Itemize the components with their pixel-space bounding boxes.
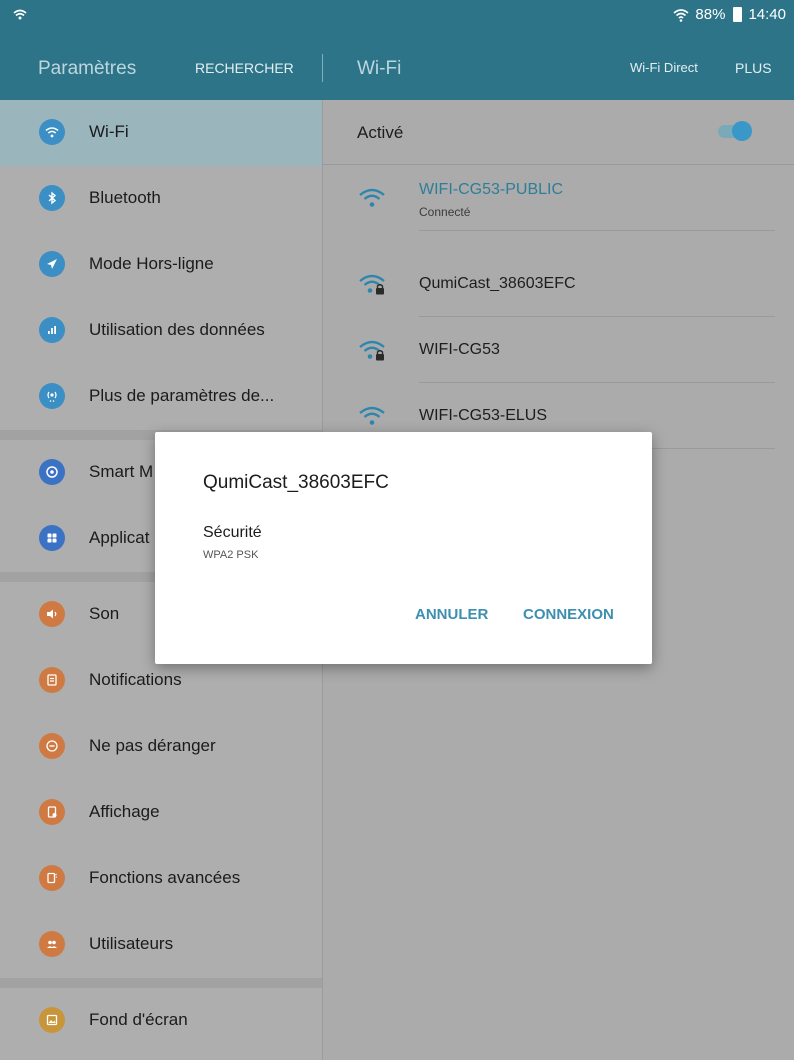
battery-level: 88% bbox=[695, 6, 726, 23]
display-icon bbox=[39, 799, 65, 825]
airplane-icon bbox=[39, 251, 65, 277]
wifi-signal-icon bbox=[359, 406, 385, 425]
menu-item-airplane-mode[interactable]: Mode Hors-ligne bbox=[0, 232, 322, 298]
clock: 14:40 bbox=[748, 6, 786, 23]
network-item[interactable]: QumiCast_38603EFC bbox=[323, 251, 794, 317]
wifi-icon bbox=[39, 119, 65, 145]
wifi-toggle-row[interactable]: Activé bbox=[323, 100, 794, 164]
menu-item-label: Plus de paramètres de... bbox=[89, 386, 275, 405]
menu-item-label: Utilisateurs bbox=[89, 934, 174, 953]
data-usage-icon bbox=[39, 317, 65, 343]
menu-item-display[interactable]: Affichage bbox=[0, 780, 322, 846]
menu-item-wallpaper[interactable]: Fond d'écran bbox=[0, 988, 322, 1054]
settings-title: Paramètres bbox=[38, 58, 137, 79]
applications-icon bbox=[39, 525, 65, 551]
menu-item-data-usage[interactable]: Utilisation des données bbox=[0, 298, 322, 364]
menu-item-users[interactable]: Utilisateurs bbox=[0, 912, 322, 978]
dialog-title: QumiCast_38603EFC bbox=[203, 472, 389, 493]
security-value: WPA2 PSK bbox=[203, 549, 259, 561]
wifi-signal-icon bbox=[673, 8, 689, 22]
search-button[interactable]: RECHERCHER bbox=[195, 60, 294, 76]
menu-item-label: Smart M bbox=[89, 462, 154, 481]
connection-settings-icon bbox=[39, 383, 65, 409]
menu-item-bluetooth[interactable]: Bluetooth bbox=[0, 166, 322, 232]
cancel-button[interactable]: ANNULER bbox=[415, 606, 488, 623]
divider bbox=[419, 230, 775, 231]
users-icon bbox=[39, 931, 65, 957]
menu-item-do-not-disturb[interactable]: Ne pas déranger bbox=[0, 714, 322, 780]
menu-item-wifi[interactable]: Wi-Fi bbox=[0, 100, 322, 166]
battery-icon bbox=[733, 7, 743, 22]
menu-item-label: Ne pas déranger bbox=[89, 736, 216, 755]
wifi-status-icon bbox=[13, 9, 27, 20]
do-not-disturb-icon bbox=[39, 733, 65, 759]
more-button[interactable]: PLUS bbox=[735, 60, 772, 76]
menu-item-label: Utilisation des données bbox=[89, 320, 265, 339]
menu-item-advanced-features[interactable]: Fonctions avancées bbox=[0, 846, 322, 912]
wifi-lock-icon bbox=[359, 274, 385, 295]
menu-item-label: Son bbox=[89, 604, 120, 623]
menu-item-label: Wi-Fi bbox=[89, 122, 129, 141]
menu-item-label: Affichage bbox=[89, 802, 160, 821]
wifi-toggle-label: Activé bbox=[357, 123, 404, 142]
security-label: Sécurité bbox=[203, 524, 262, 541]
menu-item-more-connection-settings[interactable]: Plus de paramètres de... bbox=[0, 364, 322, 430]
action-bar-divider bbox=[322, 54, 323, 82]
menu-item-label: Fonctions avancées bbox=[89, 868, 241, 887]
smart-manager-icon bbox=[39, 459, 65, 485]
action-bar: Paramètres RECHERCHER Wi-Fi Wi-Fi Direct… bbox=[0, 30, 794, 100]
status-bar: 88% 14:40 bbox=[0, 0, 794, 30]
menu-item-label: Notifications bbox=[89, 670, 182, 689]
network-name: WIFI-CG53 bbox=[419, 341, 500, 358]
wifi-lock-icon bbox=[359, 340, 385, 361]
menu-item-label: Fond d'écran bbox=[89, 1010, 188, 1029]
connect-button[interactable]: CONNEXION bbox=[523, 606, 614, 623]
menu-item-label: Bluetooth bbox=[89, 188, 161, 207]
network-status: Connecté bbox=[419, 205, 471, 219]
menu-item-label: Applicat bbox=[89, 528, 150, 547]
network-name: QumiCast_38603EFC bbox=[419, 275, 576, 292]
section-divider bbox=[0, 978, 322, 988]
wallpaper-icon bbox=[39, 1007, 65, 1033]
wifi-direct-button[interactable]: Wi-Fi Direct bbox=[630, 60, 698, 75]
wifi-toggle-switch[interactable] bbox=[716, 121, 754, 141]
sound-icon bbox=[39, 601, 65, 627]
network-name: WIFI-CG53-ELUS bbox=[419, 407, 548, 424]
network-item[interactable]: WIFI-CG53-PUBLIC Connecté bbox=[323, 165, 794, 231]
network-dialog: QumiCast_38603EFC Sécurité WPA2 PSK ANNU… bbox=[155, 432, 652, 664]
wifi-signal-icon bbox=[359, 188, 385, 207]
network-item[interactable]: WIFI-CG53 bbox=[323, 317, 794, 383]
advanced-features-icon bbox=[39, 865, 65, 891]
notifications-icon bbox=[39, 667, 65, 693]
network-name: WIFI-CG53-PUBLIC bbox=[419, 181, 564, 198]
bluetooth-icon bbox=[39, 185, 65, 211]
menu-item-label: Mode Hors-ligne bbox=[89, 254, 214, 273]
section-title: Wi-Fi bbox=[357, 58, 402, 79]
